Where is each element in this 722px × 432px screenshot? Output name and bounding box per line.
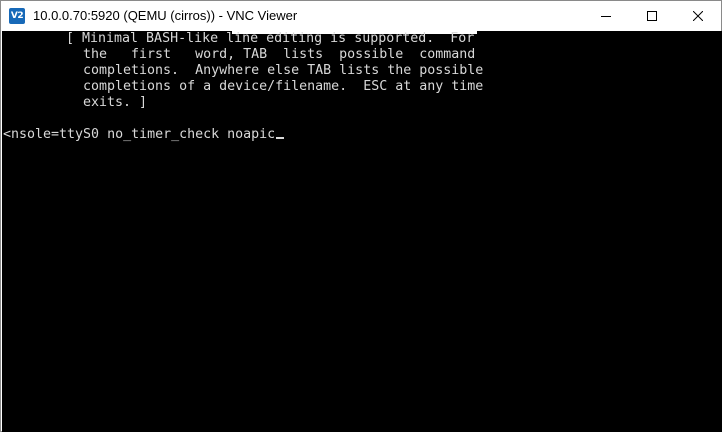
window-title: 10.0.0.70:5920 (QEMU (cirros)) - VNC Vie…	[33, 8, 298, 23]
minimize-button[interactable]	[583, 1, 629, 31]
help-line-5: exits. ]	[83, 95, 148, 110]
title-bar[interactable]: V2 10.0.0.70:5920 (QEMU (cirros)) - VNC …	[1, 1, 721, 31]
maximize-icon	[647, 11, 657, 21]
text-cursor	[276, 137, 285, 139]
help-line-2: the first word, TAB lists possible comma…	[83, 47, 476, 62]
vnc-console-screen[interactable]: [ Minimal BASH-like line editing is supp…	[2, 31, 722, 432]
maximize-button[interactable]	[629, 1, 675, 31]
close-button[interactable]	[675, 1, 721, 31]
help-line-4: completions of a device/filename. ESC at…	[83, 79, 484, 94]
help-line-3: completions. Anywhere else TAB lists the…	[83, 63, 484, 78]
command-line[interactable]: <nsole=ttyS0 no_timer_check noapic	[3, 127, 285, 143]
command-text: <nsole=ttyS0 no_timer_check noapic	[3, 127, 276, 142]
help-line-1: [ Minimal BASH-like line editing is supp…	[66, 31, 475, 46]
close-icon	[693, 11, 703, 21]
vnc-viewer-window: V2 10.0.0.70:5920 (QEMU (cirros)) - VNC …	[0, 0, 722, 432]
vnc-app-icon[interactable]: V2	[9, 8, 25, 24]
minimize-icon	[601, 16, 611, 17]
